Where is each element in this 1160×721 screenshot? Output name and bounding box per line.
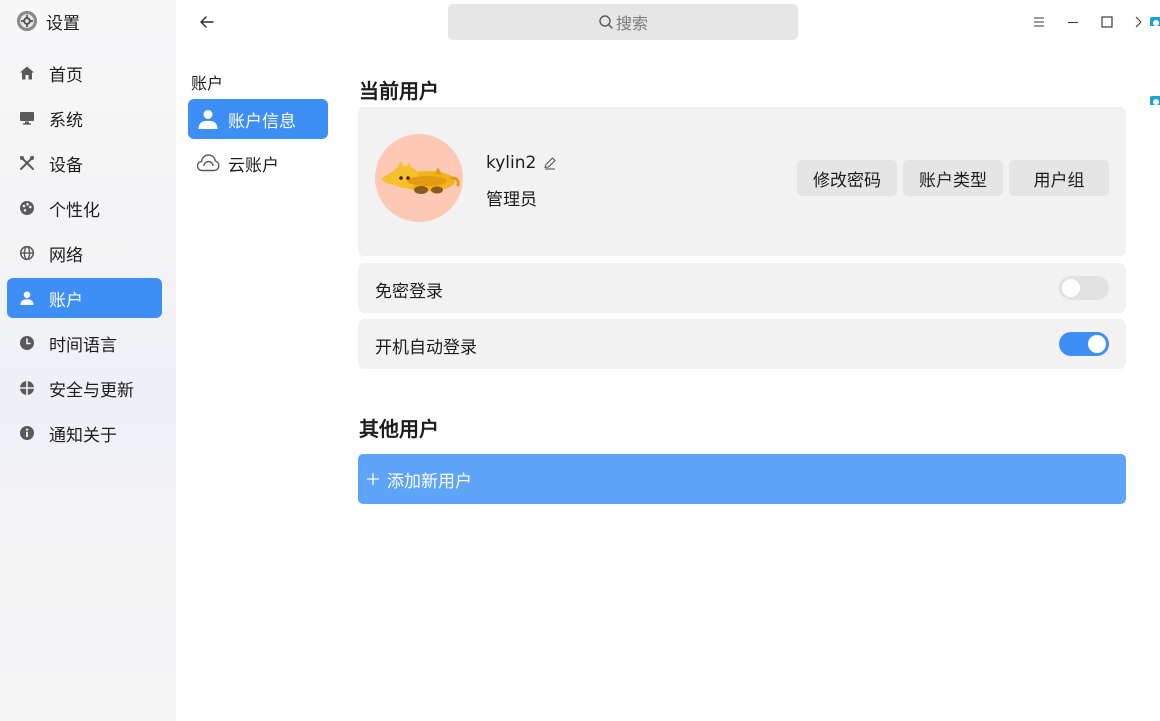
- auto-login-toggle[interactable]: [1059, 332, 1109, 356]
- account-type-button[interactable]: 账户类型: [903, 160, 1003, 196]
- avatar[interactable]: [375, 134, 463, 222]
- desktop-edge-icon: [1150, 14, 1160, 26]
- add-user-button[interactable]: 添加新用户: [358, 454, 1126, 504]
- monitor-icon: [18, 109, 36, 127]
- change-password-button[interactable]: 修改密码: [797, 160, 897, 196]
- sidebar-item-time-language[interactable]: 时间语言: [7, 323, 162, 363]
- sidebar-item-devices[interactable]: 设备: [7, 143, 162, 183]
- current-user-card: kylin2 管理员 修改密码 账户类型 用户组: [358, 107, 1126, 256]
- sidebar-nav: 首页 系统 设备 个性化 网络 账户 时间语言 安全与更新 通知关于: [7, 53, 162, 458]
- close-icon: [1135, 16, 1142, 28]
- sidebar-item-personalization[interactable]: 个性化: [7, 188, 162, 228]
- sidebar-item-label: 网络: [49, 245, 83, 266]
- close-button[interactable]: [1130, 10, 1142, 34]
- user-group-button[interactable]: 用户组: [1009, 160, 1109, 196]
- menu-icon: [1034, 17, 1044, 27]
- sidebar-item-label: 系统: [49, 110, 83, 131]
- sidebar-item-notifications-about[interactable]: 通知关于: [7, 413, 162, 453]
- sidebar-item-label: 个性化: [49, 200, 100, 221]
- tools-icon: [18, 154, 36, 172]
- maximize-button[interactable]: [1095, 10, 1119, 34]
- search-input[interactable]: 搜索: [448, 4, 798, 40]
- user-icon: [196, 107, 220, 131]
- search-placeholder: 搜索: [615, 14, 648, 33]
- app-title: 设置: [16, 8, 80, 34]
- other-users-title: 其他用户: [359, 417, 439, 441]
- desktop-edge-icon: [1150, 93, 1160, 105]
- back-button[interactable]: [194, 9, 220, 35]
- subnav-item-label: 账户信息: [228, 111, 296, 132]
- avatar-image: [381, 161, 460, 194]
- user-icon: [18, 289, 36, 307]
- arrow-left-icon: [200, 16, 214, 28]
- subnav-title: 账户: [191, 74, 224, 93]
- clock-icon: [18, 334, 36, 352]
- sidebar-item-label: 安全与更新: [49, 380, 134, 401]
- add-user-label: 添加新用户: [387, 471, 472, 492]
- sidebar-item-security-update[interactable]: 安全与更新: [7, 368, 162, 408]
- user-role: 管理员: [486, 190, 537, 210]
- sidebar-item-network[interactable]: 网络: [7, 233, 162, 273]
- toggle-knob: [1062, 279, 1080, 297]
- subnav-item-label: 云账户: [228, 155, 279, 176]
- app-title-label: 设置: [46, 13, 80, 34]
- username-row: kylin2: [486, 153, 557, 173]
- minimize-icon: [1068, 21, 1078, 24]
- sidebar-item-label: 首页: [49, 65, 83, 86]
- passwordless-login-toggle[interactable]: [1059, 276, 1109, 300]
- toggle-knob: [1088, 335, 1106, 353]
- home-icon: [18, 64, 36, 82]
- shield-icon: [18, 379, 36, 397]
- menu-button[interactable]: [1027, 10, 1051, 34]
- sidebar-item-label: 通知关于: [49, 425, 117, 446]
- auto-login-label: 开机自动登录: [375, 338, 477, 358]
- palette-icon: [18, 199, 36, 217]
- settings-window: 设置 首页 系统 设备 个性化 网络 账户 时间语言 安全与更新 通知关于 搜索…: [0, 0, 1160, 721]
- sidebar-item-system[interactable]: 系统: [7, 98, 162, 138]
- passwordless-login-row: 免密登录: [358, 263, 1126, 313]
- username: kylin2: [486, 153, 537, 173]
- current-user-title: 当前用户: [359, 79, 439, 103]
- sidebar-item-accounts[interactable]: 账户: [7, 278, 162, 318]
- sidebar-item-home[interactable]: 首页: [7, 53, 162, 93]
- plus-icon: [367, 473, 379, 485]
- passwordless-login-label: 免密登录: [375, 282, 443, 302]
- subnav-item-account-info[interactable]: 账户信息: [188, 99, 328, 139]
- sidebar: 设置 首页 系统 设备 个性化 网络 账户 时间语言 安全与更新 通知关于: [0, 0, 176, 721]
- subnav-item-cloud-account[interactable]: 云账户: [188, 143, 328, 183]
- sidebar-item-label: 时间语言: [49, 335, 117, 356]
- info-icon: [18, 424, 36, 442]
- edit-icon[interactable]: [543, 156, 557, 170]
- cloud-icon: [196, 151, 220, 175]
- auto-login-row: 开机自动登录: [358, 319, 1126, 369]
- maximize-icon: [1101, 16, 1113, 28]
- search-icon: [599, 15, 613, 29]
- sidebar-item-label: 账户: [49, 290, 83, 311]
- globe-icon: [18, 244, 36, 262]
- sidebar-item-label: 设备: [49, 155, 83, 176]
- gear-icon: [16, 10, 38, 32]
- minimize-button[interactable]: [1061, 10, 1085, 34]
